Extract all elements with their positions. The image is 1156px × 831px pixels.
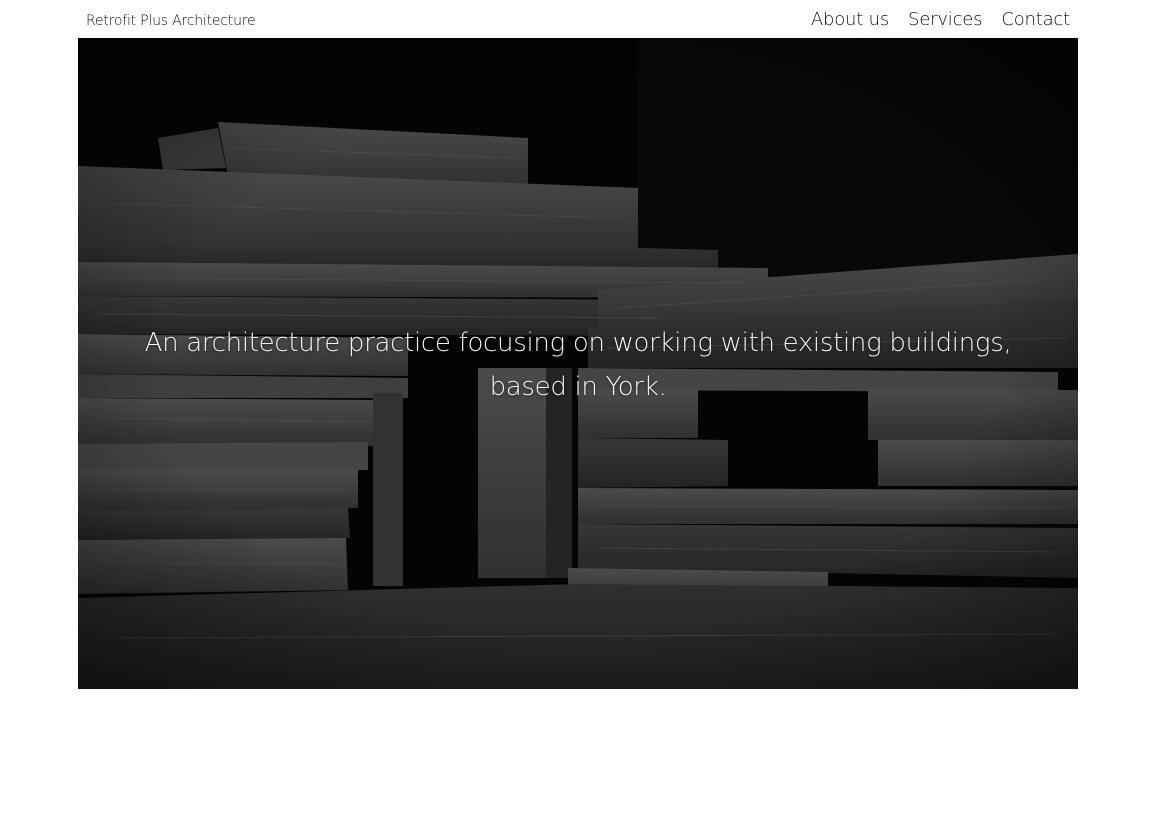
brand-logo-link[interactable]: Retrofit Plus Architecture	[86, 13, 256, 29]
hero-tagline-line1: An architecture practice focusing on wor…	[144, 328, 1012, 358]
main-nav: About us Services Contact	[811, 9, 1070, 30]
nav-link-contact[interactable]: Contact	[1001, 9, 1070, 30]
site-header: Retrofit Plus Architecture About us Serv…	[78, 0, 1078, 38]
nav-link-about-us[interactable]: About us	[811, 9, 889, 30]
hero-tagline-line2: based in York.	[489, 372, 667, 402]
hero-tagline: An architecture practice focusing on wor…	[78, 321, 1078, 409]
nav-link-services[interactable]: Services	[908, 9, 983, 30]
hero-banner: An architecture practice focusing on wor…	[78, 38, 1078, 689]
